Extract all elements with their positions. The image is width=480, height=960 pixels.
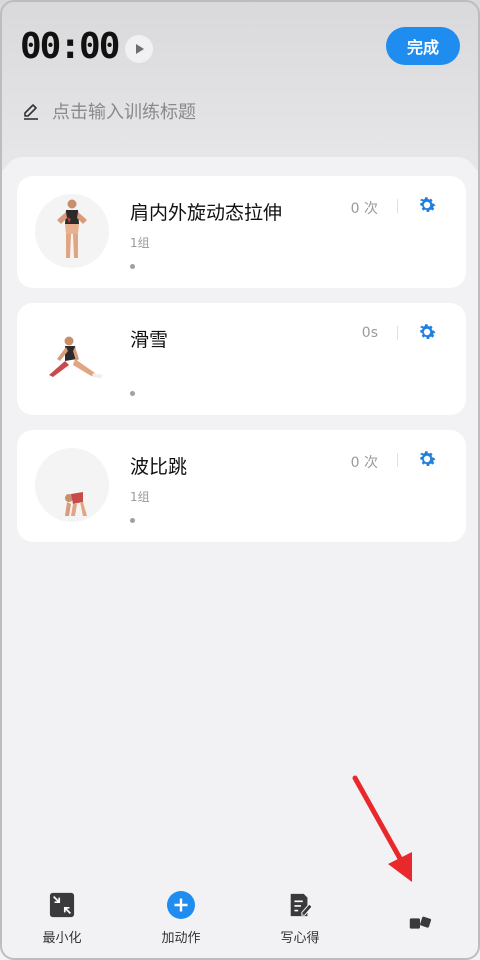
exercise-name: 肩内外旋动态拉伸 bbox=[130, 202, 283, 224]
exercise-count: 0 次 bbox=[350, 201, 378, 217]
minimize-icon bbox=[48, 891, 76, 919]
note-edit-icon bbox=[286, 891, 314, 919]
status-dot bbox=[130, 391, 135, 396]
burpee-figure-icon bbox=[65, 492, 87, 516]
nav-label: 加动作 bbox=[161, 931, 201, 946]
gear-icon[interactable] bbox=[416, 321, 438, 343]
exercise-card[interactable]: 滑雪 0s bbox=[17, 303, 466, 415]
more-button[interactable] bbox=[380, 910, 460, 946]
nav-label: 最小化 bbox=[42, 931, 82, 946]
gear-icon[interactable] bbox=[416, 448, 438, 470]
exercise-sets: 1组 bbox=[130, 236, 150, 250]
exercise-thumbnail bbox=[35, 321, 109, 395]
exercise-card[interactable]: 肩内外旋动态拉伸 1组 0 次 bbox=[17, 176, 466, 288]
status-dot bbox=[130, 518, 135, 523]
more-icon bbox=[406, 910, 434, 938]
status-dot bbox=[130, 264, 135, 269]
exercise-name: 波比跳 bbox=[130, 456, 188, 478]
exercise-thumbnail bbox=[35, 448, 109, 522]
add-exercise-button[interactable]: 加动作 bbox=[141, 891, 221, 946]
workout-timer: 00:00 bbox=[20, 26, 120, 67]
add-icon bbox=[167, 891, 195, 919]
exercise-sheet: 肩内外旋动态拉伸 1组 0 次 滑雪 0s 波比跳 1组 0 次 bbox=[2, 157, 478, 960]
header: 00:00 完成 点击输入训练标题 bbox=[0, 0, 480, 170]
title-input[interactable]: 点击输入训练标题 bbox=[22, 98, 196, 124]
skier-lunge-figure-icon bbox=[49, 336, 103, 378]
done-button[interactable]: 完成 bbox=[386, 27, 460, 65]
exercise-count: 0 次 bbox=[350, 455, 378, 471]
exercise-name: 滑雪 bbox=[130, 329, 169, 351]
divider bbox=[397, 199, 398, 213]
minimize-button[interactable]: 最小化 bbox=[22, 891, 102, 946]
exercise-thumbnail bbox=[35, 194, 109, 268]
play-button[interactable] bbox=[125, 35, 153, 63]
bottom-nav: 最小化 加动作 写心得 bbox=[2, 878, 478, 958]
pencil-icon bbox=[24, 104, 38, 120]
nav-label: 写心得 bbox=[280, 931, 320, 946]
title-placeholder: 点击输入训练标题 bbox=[52, 102, 196, 123]
write-notes-button[interactable]: 写心得 bbox=[260, 891, 340, 946]
gear-icon[interactable] bbox=[416, 194, 438, 216]
exercise-card[interactable]: 波比跳 1组 0 次 bbox=[17, 430, 466, 542]
divider bbox=[397, 453, 398, 467]
exercise-count: 0s bbox=[361, 325, 378, 341]
divider bbox=[397, 326, 398, 340]
exercise-sets: 1组 bbox=[130, 490, 150, 504]
play-icon bbox=[136, 44, 144, 54]
shoulder-rotation-figure-icon bbox=[57, 199, 87, 258]
